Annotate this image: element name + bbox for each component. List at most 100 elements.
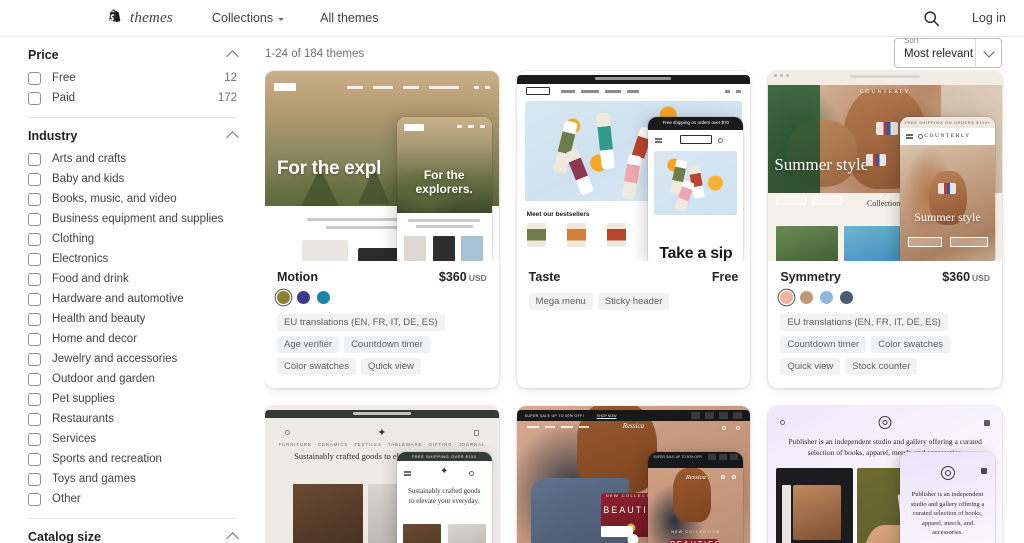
checkbox-outdoor-and-garden[interactable]: [28, 372, 41, 386]
theme-card-symmetry[interactable]: COUNTERLY Summer style Collections ♡ FRE…: [768, 71, 1002, 388]
checkbox-health-and-beauty[interactable]: [28, 312, 41, 326]
primary-nav: Collections All themes: [212, 11, 379, 25]
filter-group-price-title: Price: [28, 48, 59, 62]
filter-option-jewelry-and-accessories[interactable]: Jewelry and accessories: [28, 349, 237, 369]
checkbox-restaurants[interactable]: [28, 412, 41, 426]
theme-tag: Stock counter: [845, 358, 918, 375]
filter-option-business-equipment-and-supplies[interactable]: Business equipment and supplies: [28, 209, 237, 229]
nav-item-collections[interactable]: Collections: [212, 11, 285, 25]
preview-mobile: SUPER SALE UP TO 50% OFF! Ressica NEW CO…: [648, 452, 744, 543]
checkbox-other[interactable]: [28, 492, 41, 506]
filter-group-price: Price Free 12 Paid 172: [28, 37, 239, 117]
shopify-bag-icon: [109, 8, 121, 22]
filter-option-outdoor-and-garden[interactable]: Outdoor and garden: [28, 369, 237, 389]
filter-option-label: Outdoor and garden: [52, 373, 155, 385]
filter-option-hardware-and-automotive[interactable]: Hardware and automotive: [28, 289, 237, 309]
filter-option-paid[interactable]: Paid 172: [28, 88, 237, 108]
filter-option-restaurants[interactable]: Restaurants: [28, 409, 237, 429]
filter-group-price-header[interactable]: Price: [28, 37, 239, 68]
theme-feature-tags: EU translations (EN, FR, IT, DE, ES) Cou…: [780, 314, 990, 375]
filter-option-free-count: 12: [224, 72, 237, 84]
theme-card-4[interactable]: ✦ FURNITURE CERAMICS TEXTILES TABLEWARE …: [265, 406, 499, 543]
filter-option-health-and-beauty[interactable]: Health and beauty: [28, 309, 237, 329]
filter-group-industry-header[interactable]: Industry: [28, 118, 239, 149]
checkbox-services[interactable]: [28, 432, 41, 446]
theme-preview-5[interactable]: SUPER SALE UP TO 50% OFF! SHOP NOW Ressi…: [516, 406, 751, 543]
color-swatch[interactable]: [277, 291, 290, 304]
checkbox-electronics[interactable]: [28, 252, 41, 266]
filter-option-clothing[interactable]: Clothing: [28, 229, 237, 249]
checkbox-food-and-drink[interactable]: [28, 272, 41, 286]
checkbox-clothing[interactable]: [28, 232, 41, 246]
filter-option-sports-and-recreation[interactable]: Sports and recreation: [28, 449, 237, 469]
results-toolbar: 1-24 of 184 themes Sort Most relevant: [265, 37, 1002, 71]
theme-results-panel: 1-24 of 184 themes Sort Most relevant Fo…: [265, 37, 1024, 543]
theme-card-6[interactable]: Publisher is an independent studio and g…: [768, 406, 1002, 543]
preview-brand: COUNTERLY: [859, 89, 911, 95]
checkbox-hardware-and-automotive[interactable]: [28, 292, 41, 306]
theme-preview-motion[interactable]: For the expl For the explorers.: [265, 71, 499, 261]
filter-option-label: Sports and recreation: [52, 453, 162, 465]
theme-price-currency: USD: [468, 273, 487, 283]
filter-option-arts-and-crafts[interactable]: Arts and crafts: [28, 149, 237, 169]
filter-group-catalog-size-header[interactable]: Catalog size: [28, 519, 239, 543]
preview-mobile-headline: Take a sip: [659, 245, 733, 261]
theme-preview-taste[interactable]: Meet our bestsellers Free shipping on or…: [516, 71, 751, 261]
checkbox-toys-and-games[interactable]: [28, 472, 41, 486]
checkbox-books-music-and-video[interactable]: [28, 192, 41, 206]
theme-card-taste[interactable]: Meet our bestsellers Free shipping on or…: [516, 71, 751, 388]
filter-option-food-and-drink[interactable]: Food and drink: [28, 269, 237, 289]
theme-tag: Quick view: [360, 358, 421, 375]
checkbox-business-equipment-and-supplies[interactable]: [28, 212, 41, 226]
checkbox-arts-and-crafts[interactable]: [28, 152, 41, 166]
theme-price: $360 USD: [942, 270, 990, 284]
checkbox-pet-supplies[interactable]: [28, 392, 41, 406]
filter-option-electronics[interactable]: Electronics: [28, 249, 237, 269]
theme-preview-symmetry[interactable]: COUNTERLY Summer style Collections ♡ FRE…: [768, 71, 1002, 261]
filter-option-other[interactable]: Other: [28, 489, 237, 509]
color-swatch[interactable]: [820, 291, 834, 304]
search-icon[interactable]: [923, 10, 940, 27]
preview-headline: Summer style: [774, 154, 869, 174]
theme-card-motion[interactable]: For the expl For the explorers. Motion $…: [265, 71, 499, 388]
color-swatch[interactable]: [297, 291, 310, 304]
chevron-up-icon: [226, 50, 239, 63]
filter-group-industry-title: Industry: [28, 129, 78, 143]
chevron-up-icon: [226, 131, 239, 144]
filter-option-baby-and-kids[interactable]: Baby and kids: [28, 169, 237, 189]
color-swatch[interactable]: [780, 291, 794, 304]
checkbox-sports-and-recreation[interactable]: [28, 452, 41, 466]
sort-dropdown-toggle[interactable]: [975, 39, 1001, 67]
theme-tag: Mega menu: [528, 293, 593, 310]
theme-preview-4[interactable]: ✦ FURNITURE CERAMICS TEXTILES TABLEWARE …: [265, 406, 499, 543]
filter-option-books-music-and-video[interactable]: Books, music, and video: [28, 189, 237, 209]
login-link[interactable]: Log in: [972, 11, 1006, 25]
checkbox-home-and-decor[interactable]: [28, 332, 41, 346]
color-swatch[interactable]: [840, 291, 854, 304]
filter-option-home-and-decor[interactable]: Home and decor: [28, 329, 237, 349]
filter-option-services[interactable]: Services: [28, 429, 237, 449]
theme-card-5[interactable]: SUPER SALE UP TO 50% OFF! SHOP NOW Ressi…: [516, 406, 751, 543]
filter-option-label: Clothing: [52, 233, 95, 245]
color-swatch[interactable]: [317, 291, 330, 304]
brand-logo[interactable]: themes: [106, 8, 173, 28]
theme-tag: Countdown timer: [780, 336, 867, 353]
theme-preview-6[interactable]: Publisher is an independent studio and g…: [768, 406, 1002, 543]
filter-option-paid-label: Paid: [52, 92, 76, 104]
checkbox-paid[interactable]: [28, 91, 41, 105]
checkbox-free[interactable]: [28, 71, 41, 85]
checkbox-jewelry-and-accessories[interactable]: [28, 352, 41, 366]
color-swatch[interactable]: [800, 291, 814, 304]
filter-option-label: Pet supplies: [52, 393, 115, 405]
sort-dropdown[interactable]: Sort Most relevant: [894, 38, 1002, 68]
theme-price-amount: $360: [438, 270, 467, 284]
filter-option-free[interactable]: Free 12: [28, 68, 237, 88]
checkbox-baby-and-kids[interactable]: [28, 172, 41, 186]
filter-option-toys-and-games[interactable]: Toys and games: [28, 469, 237, 489]
nav-item-all-themes[interactable]: All themes: [320, 11, 378, 25]
page-body: Price Free 12 Paid 172 Industry Arts and…: [0, 37, 1024, 543]
theme-card-body: Taste Free Mega menu Sticky header: [517, 261, 751, 323]
preview-mobile-headline: BEAUTIES: [648, 539, 743, 543]
top-navigation-bar: themes Collections All themes Log in: [0, 0, 1024, 37]
filter-option-pet-supplies[interactable]: Pet supplies: [28, 389, 237, 409]
